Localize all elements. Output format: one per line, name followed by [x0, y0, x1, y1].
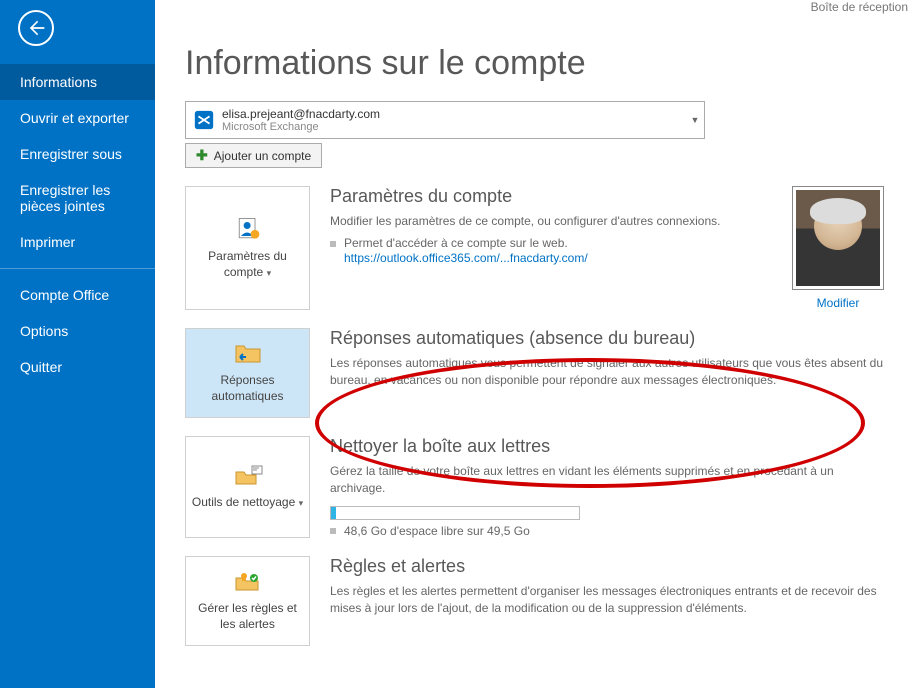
avatar [792, 186, 884, 290]
sidebar: Informations Ouvrir et exporter Enregist… [0, 0, 155, 688]
chevron-down-icon[interactable]: ▼ [686, 115, 704, 125]
storage-progress-bar [330, 506, 580, 520]
owa-link[interactable]: https://outlook.office365.com/...fnacdar… [344, 251, 588, 265]
add-account-button[interactable]: ✚ Ajouter un compte [185, 143, 322, 168]
rules-desc: Les règles et les alertes permettent d'o… [330, 583, 888, 618]
rules-title: Règles et alertes [330, 556, 888, 577]
storage-text: 48,6 Go d'espace libre sur 49,5 Go [344, 524, 530, 538]
bullet-icon [330, 241, 336, 247]
section-rules: Gérer les règles et les alertes Règles e… [185, 556, 888, 646]
account-settings-title: Paramètres du compte [330, 186, 768, 207]
section-account-settings: Paramètres du compte ▾ Paramètres du com… [185, 186, 888, 310]
back-button[interactable] [18, 10, 54, 46]
modify-avatar-link[interactable]: Modifier [788, 296, 888, 310]
account-settings-desc: Modifier les paramètres de ce compte, ou… [330, 213, 768, 230]
sidebar-item-quitter[interactable]: Quitter [0, 349, 155, 385]
rules-alerts-button[interactable]: Gérer les règles et les alertes [185, 556, 310, 646]
account-type: Microsoft Exchange [222, 121, 686, 133]
folder-reply-icon [232, 341, 264, 367]
sidebar-item-enregistrer-sous[interactable]: Enregistrer sous [0, 136, 155, 172]
add-account-label: Ajouter un compte [214, 149, 311, 163]
sidebar-item-imprimer[interactable]: Imprimer [0, 224, 155, 260]
account-email: elisa.prejeant@fnacdarty.com [222, 107, 686, 121]
arrow-left-icon [26, 18, 46, 38]
bullet-icon [330, 528, 336, 534]
page-title: Informations sur le compte [185, 44, 888, 83]
sidebar-item-informations[interactable]: Informations [0, 64, 155, 100]
sidebar-item-ouvrir-exporter[interactable]: Ouvrir et exporter [0, 100, 155, 136]
rules-icon [232, 569, 264, 595]
sidebar-item-enregistrer-pieces-jointes[interactable]: Enregistrer les pièces jointes [0, 172, 155, 224]
sidebar-item-compte-office[interactable]: Compte Office [0, 277, 155, 313]
cleanup-title: Nettoyer la boîte aux lettres [330, 436, 888, 457]
account-selector[interactable]: elisa.prejeant@fnacdarty.com Microsoft E… [185, 101, 705, 139]
section-cleanup: Outils de nettoyage ▾ Nettoyer la boîte … [185, 436, 888, 538]
account-settings-button[interactable]: Paramètres du compte ▾ [185, 186, 310, 310]
main-panel: Boîte de réception Informations sur le c… [155, 0, 918, 688]
plus-icon: ✚ [196, 147, 208, 164]
cleanup-icon [232, 463, 264, 489]
auto-replies-button[interactable]: Réponses automatiques [185, 328, 310, 418]
sidebar-divider [0, 268, 155, 269]
exchange-icon [186, 109, 222, 131]
auto-replies-desc: Les réponses automatiques vous permetten… [330, 355, 888, 390]
auto-replies-title: Réponses automatiques (absence du bureau… [330, 328, 888, 349]
cleanup-tools-button[interactable]: Outils de nettoyage ▾ [185, 436, 310, 538]
sidebar-item-options[interactable]: Options [0, 313, 155, 349]
section-auto-replies: Réponses automatiques Réponses automatiq… [185, 328, 888, 418]
web-access-text: Permet d'accéder à ce compte sur le web. [344, 236, 588, 250]
cleanup-desc: Gérez la taille de votre boîte aux lettr… [330, 463, 888, 498]
user-gear-icon [234, 215, 262, 243]
inbox-label: Boîte de réception [811, 0, 908, 14]
